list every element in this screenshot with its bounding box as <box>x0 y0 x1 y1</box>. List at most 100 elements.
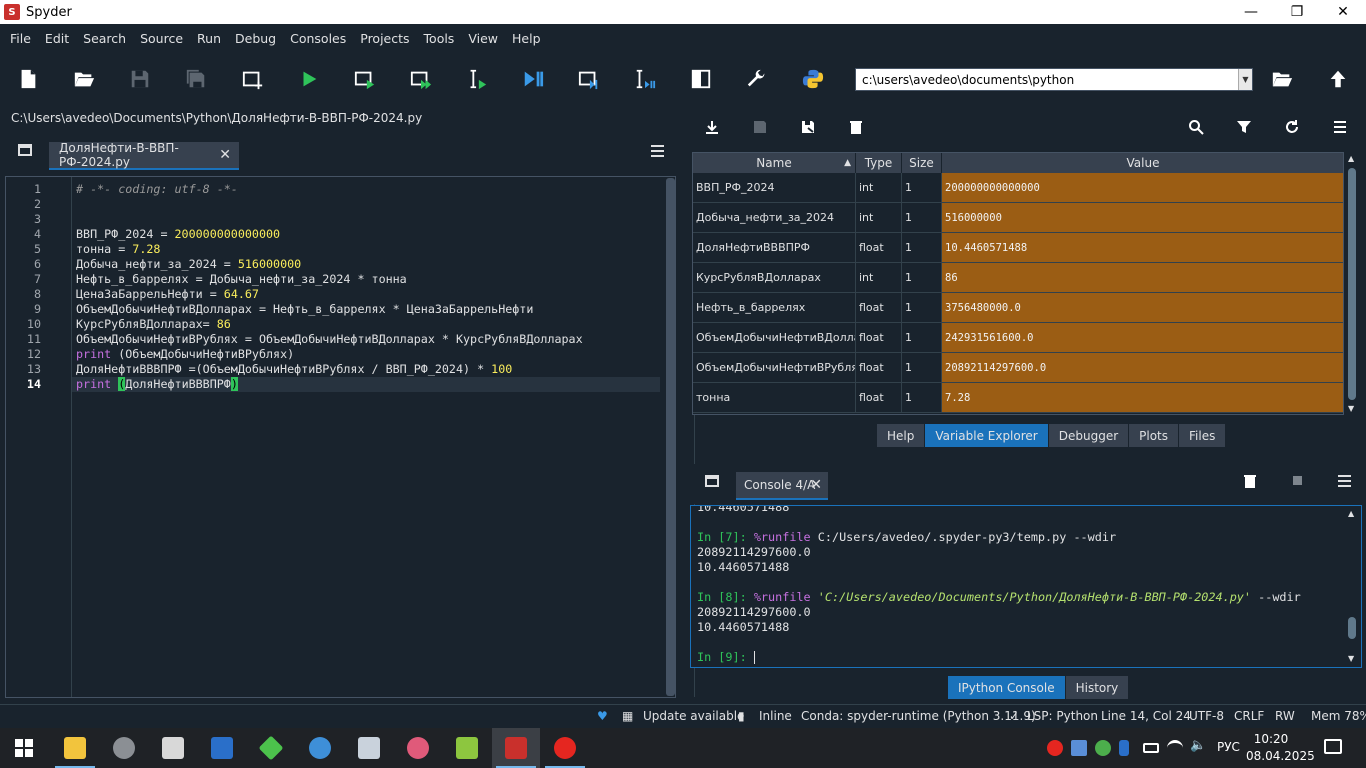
save-data-button[interactable] <box>750 117 770 137</box>
save-data-as-button[interactable] <box>798 117 818 137</box>
variable-name[interactable]: тонна <box>693 383 856 413</box>
app-tray-icon[interactable] <box>1071 740 1087 756</box>
taskbar-app-cube[interactable] <box>100 728 148 768</box>
taskbar-paint[interactable] <box>394 728 442 768</box>
variable-type[interactable]: float <box>856 383 902 413</box>
code-line[interactable]: # -*- coding: utf-8 -*- <box>76 182 238 197</box>
yandex-tray-icon[interactable] <box>1047 740 1063 756</box>
remove-all-variables-button[interactable] <box>846 117 866 137</box>
menu-help[interactable]: Help <box>505 31 548 46</box>
variable-size[interactable]: 1 <box>902 233 942 263</box>
tab-debugger[interactable]: Debugger <box>1048 424 1130 447</box>
code-line[interactable]: ДоляНефтиВВВПРФ =(ОбъемДобычиНефтиВРубля… <box>76 362 512 377</box>
battery-icon[interactable] <box>1143 743 1159 753</box>
scroll-up-icon[interactable]: ▲ <box>1348 154 1354 163</box>
debug-selection-button[interactable] <box>631 65 659 93</box>
editor-scrollbar[interactable] <box>666 178 675 696</box>
inline-backend-status[interactable]: Inline <box>759 709 792 723</box>
tab-variable-explorer[interactable]: Variable Explorer <box>925 424 1049 447</box>
code-editor[interactable]: 1 2 3 4 5 6 7 8 9 10 11 12 13 14 # -*- coding: utf-8 … <box>5 176 695 698</box>
variable-size[interactable]: 1 <box>902 203 942 233</box>
variable-value[interactable]: 86 <box>942 263 1343 293</box>
taskbar-spyder[interactable] <box>492 728 540 768</box>
code-line[interactable]: Добыча_нефти_за_2024 = 516000000 <box>76 257 301 272</box>
debug-file-button[interactable] <box>519 65 547 93</box>
variable-value[interactable]: 3756480000.0 <box>942 293 1343 323</box>
variable-name[interactable]: ОбъемДобычиНефтиВДолларах <box>693 323 856 353</box>
refresh-variables-button[interactable] <box>1282 117 1302 137</box>
ipython-console[interactable]: 10.4460571488 In [7]: %runfile C:/Users/… <box>690 505 1362 668</box>
variable-type[interactable]: int <box>856 173 902 203</box>
menu-tools[interactable]: Tools <box>417 31 462 46</box>
lsp-status[interactable]: LSP: Python <box>1027 709 1098 723</box>
variable-table-scrollbar[interactable]: ▲ ▼ <box>1345 152 1361 415</box>
hamburger-menu-icon[interactable] <box>1338 475 1351 487</box>
menu-run[interactable]: Run <box>190 31 228 46</box>
filter-variables-button[interactable] <box>1234 117 1254 137</box>
maximize-pane-button[interactable] <box>687 65 715 93</box>
variable-name[interactable]: Добыча_нефти_за_2024 <box>693 203 856 233</box>
new-file-button[interactable] <box>14 65 42 93</box>
variable-name[interactable]: КурсРубляВДолларах <box>693 263 856 293</box>
variable-explorer-menu-button[interactable] <box>1330 117 1350 137</box>
code-area[interactable]: # -*- coding: utf-8 -*- ВВП_РФ_2024 = 200… <box>72 177 695 697</box>
scroll-thumb[interactable] <box>1348 168 1356 400</box>
parent-directory-button[interactable] <box>1324 65 1352 93</box>
menu-debug[interactable]: Debug <box>228 31 283 46</box>
tab-files[interactable]: Files <box>1179 424 1227 447</box>
browse-directory-button[interactable] <box>1268 65 1296 93</box>
table-row[interactable]: Добыча_нефти_за_2024 int 1 516000000 <box>693 203 1343 233</box>
column-header-name[interactable]: Name ▲ <box>693 153 856 173</box>
variable-type[interactable]: int <box>856 263 902 293</box>
conda-env-status[interactable]: Conda: spyder-runtime (Python 3.11.9) <box>801 709 1036 723</box>
code-line[interactable]: ЦенаЗаБаррельНефти = 64.67 <box>76 287 259 302</box>
table-row[interactable]: ВВП_РФ_2024 int 1 200000000000000 <box>693 173 1343 203</box>
close-icon[interactable]: ✕ <box>219 147 231 163</box>
language-indicator[interactable]: РУС <box>1217 740 1240 754</box>
import-data-button[interactable] <box>702 117 722 137</box>
variable-value[interactable]: 200000000000000 <box>942 173 1343 203</box>
code-line[interactable]: print (ОбъемДобычиНефтиВРублях) <box>76 347 294 362</box>
start-button[interactable] <box>0 728 48 768</box>
menu-edit[interactable]: Edit <box>38 31 76 46</box>
menu-source[interactable]: Source <box>133 31 190 46</box>
browse-tabs-icon[interactable] <box>18 144 32 156</box>
scroll-down-icon[interactable]: ▼ <box>1348 654 1354 663</box>
taskbar-calculator[interactable] <box>345 728 393 768</box>
table-row[interactable]: тонна float 1 7.28 <box>693 383 1343 413</box>
variable-type[interactable]: float <box>856 293 902 323</box>
close-icon[interactable]: ✕ <box>810 477 822 493</box>
variable-type[interactable]: float <box>856 323 902 353</box>
table-row[interactable]: КурсРубляВДолларах int 1 86 <box>693 263 1343 293</box>
taskbar-app-gears[interactable] <box>296 728 344 768</box>
code-line[interactable]: ОбъемДобычиНефтиВРублях = ОбъемДобычиНеф… <box>76 332 583 347</box>
variable-value[interactable]: 10.4460571488 <box>942 233 1343 263</box>
table-row[interactable]: Нефть_в_баррелях float 1 3756480000.0 <box>693 293 1343 323</box>
column-header-value[interactable]: Value <box>942 153 1343 173</box>
volume-icon[interactable]: 🔈 <box>1190 738 1206 754</box>
menu-search[interactable]: Search <box>76 31 133 46</box>
table-row[interactable]: ОбъемДобычиНефтиВДолларахfloat1242931561… <box>693 323 1343 353</box>
new-cell-button[interactable] <box>239 65 267 93</box>
working-directory-combo[interactable]: c:\users\avedeo\documents\python ▼ <box>855 68 1253 91</box>
heart-icon[interactable]: ♥ <box>597 709 608 723</box>
scroll-up-icon[interactable]: ▲ <box>1348 509 1354 518</box>
code-line[interactable]: КурсРубляВДолларах= 86 <box>76 317 231 332</box>
taskbar-file-explorer[interactable] <box>51 728 99 768</box>
variable-type[interactable]: int <box>856 203 902 233</box>
search-variables-button[interactable] <box>1186 117 1206 137</box>
code-line[interactable]: Нефть_в_баррелях = Добыча_нефти_за_2024 … <box>76 272 407 287</box>
tab-ipython-console[interactable]: IPython Console <box>948 676 1066 699</box>
browse-tabs-icon[interactable] <box>705 475 719 487</box>
notifications-icon[interactable] <box>1324 739 1342 754</box>
update-tray-icon[interactable] <box>1095 740 1111 756</box>
wifi-icon[interactable] <box>1167 740 1183 756</box>
variable-value[interactable]: 7.28 <box>942 383 1343 413</box>
variable-name[interactable]: ОбъемДобычиНефтиВРублях <box>693 353 856 383</box>
run-selection-button[interactable] <box>463 65 491 93</box>
variable-value[interactable]: 516000000 <box>942 203 1343 233</box>
variable-value[interactable]: 242931561600.0 <box>942 323 1343 353</box>
menu-consoles[interactable]: Consoles <box>283 31 353 46</box>
clock[interactable]: 10:20 08.04.2025 <box>1246 731 1315 765</box>
taskbar-sims[interactable] <box>247 728 295 768</box>
